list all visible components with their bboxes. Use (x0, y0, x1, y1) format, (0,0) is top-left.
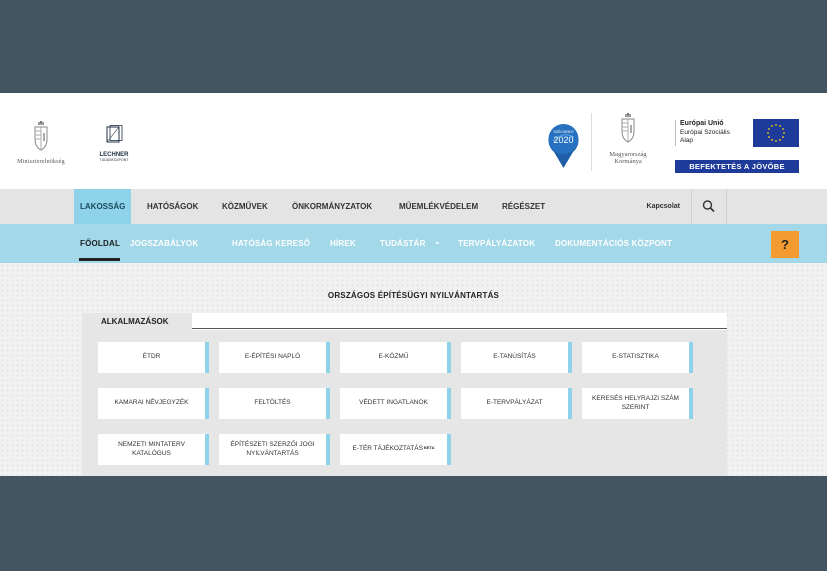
sub-nav: FŐOLDAL JOGSZABÁLYOK HATÓSÁG KERESŐ HÍRE… (0, 224, 827, 263)
szechenyi-year: 2020 (553, 135, 573, 145)
ministry-label: Miniszterelnökség (17, 159, 65, 165)
subnav-item-hatosag-kereso[interactable]: HATÓSÁG KERESŐ (232, 224, 310, 263)
app-tile-e-tervpalyazat[interactable]: E-TERVPÁLYÁZAT (461, 388, 572, 419)
lechner-sublabel: TUDÁSKÖZPONT (99, 158, 129, 162)
app-tile-kereses-helyrajzi-szam[interactable]: KERESÉS HELYRAJZI SZÁM SZERINT (582, 388, 693, 419)
crest-icon (34, 121, 48, 151)
help-button[interactable]: ? (771, 231, 799, 258)
app-tile-epiteszeti-szerzoi-jogi[interactable]: ÉPÍTÉSZETI SZERZŐI JOGI NYILVÁNTARTÁS (219, 434, 330, 465)
subnav-item-tervpalyazatok[interactable]: TERVPÁLYÁZATOK (458, 224, 535, 263)
ministry-logo[interactable]: Miniszterelnökség (5, 121, 77, 165)
subnav-item-jogszabalyok[interactable]: JOGSZABÁLYOK (130, 224, 198, 263)
app-tile-e-ter-label: E-TÉR TÁJÉKOZTATÁS (352, 445, 423, 453)
logo-bar: Miniszterelnökség LECHNER TUDÁSKÖZPONT S… (0, 93, 827, 189)
app-tile-e-kozmu[interactable]: E-KÖZMŰ (340, 342, 451, 373)
chevron-down-icon: ⌄ (434, 237, 441, 246)
subnav-item-tudastar[interactable]: TUDÁSTÁR ⌄ (380, 224, 441, 263)
header-divider (591, 113, 592, 171)
app-tile-feltoltes[interactable]: FELTÖLTÉS (219, 388, 330, 419)
active-tab-underline (79, 258, 120, 261)
eu-text: Európai Unió Európai Szociális Alap (675, 120, 730, 146)
tab-alkalmazasok[interactable]: ALKALMAZÁSOK (82, 313, 192, 330)
app-tile-nemzeti-mintaterv[interactable]: NEMZETI MINTATERV KATALÓGUS (98, 434, 209, 465)
topnav-item-hatosagok[interactable]: HATÓSÁGOK (147, 189, 198, 224)
topnav-item-onkormanyzatok[interactable]: ÖNKORMÁNYZATOK (292, 189, 372, 224)
app-tile-e-ter-tajekoztatas[interactable]: E-TÉR TÁJÉKOZTATÁS BÉTA (340, 434, 451, 465)
beta-badge: BÉTA (423, 445, 435, 451)
top-nav: LAKOSSÁG HATÓSÁGOK KÖZMŰVEK ÖNKORMÁNYZAT… (0, 189, 827, 224)
eu-line3: Alap (680, 137, 694, 144)
government-logo[interactable]: Magyarország Kormánya (598, 113, 658, 165)
crest-icon (621, 113, 635, 143)
app-tile-kamarai-nevjegyzek[interactable]: KAMARAI NÉVJEGYZÉK (98, 388, 209, 419)
eu-flag-icon (753, 119, 799, 147)
eu-banner: BEFEKTETÉS A JÖVŐBE (675, 160, 799, 173)
search-button[interactable] (691, 189, 727, 224)
app-tile-e-tanusitas[interactable]: E-TANÚSÍTÁS (461, 342, 572, 373)
subnav-item-tudastar-label: TUDÁSTÁR (380, 239, 426, 248)
eu-logo[interactable]: Európai Unió Európai Szociális Alap BEFE… (675, 119, 801, 173)
eu-line2: Európai Szociális (680, 128, 730, 136)
subnav-item-hirek[interactable]: HÍREK (330, 224, 356, 263)
eu-title: Európai Unió (680, 120, 724, 127)
government-label-line1: Magyarország (609, 151, 647, 158)
government-label-line2: Kormánya (614, 158, 642, 165)
applications-panel: ALKALMAZÁSOK ÉTDR E-ÉPÍTÉSI NAPLÓ E-KÖZM… (82, 313, 727, 476)
topnav-item-kozmuvek[interactable]: KÖZMŰVEK (222, 189, 268, 224)
app-tile-etdr[interactable]: ÉTDR (98, 342, 209, 373)
subnav-item-dokumentacios-kozpont[interactable]: DOKUMENTÁCIÓS KÖZPONT (555, 224, 672, 263)
szechenyi-label: SZÉCHENYI (553, 129, 573, 134)
szechenyi-2020-logo[interactable]: SZÉCHENYI 2020 (547, 119, 580, 169)
tab-strip-line (192, 328, 727, 329)
search-icon (702, 200, 715, 213)
topnav-item-lakossag[interactable]: LAKOSSÁG (74, 189, 132, 224)
page-title: ORSZÁGOS ÉPÍTÉSÜGYI NYILVÁNTARTÁS (327, 291, 500, 300)
lechner-logo[interactable]: LECHNER TUDÁSKÖZPONT (94, 125, 134, 162)
app-tile-e-statisztika[interactable]: E-STATISZTIKA (582, 342, 693, 373)
topnav-item-muemlekvedelem[interactable]: MŰEMLÉKVÉDELEM (399, 189, 478, 224)
lechner-logo-icon (106, 125, 123, 143)
tab-strip: ALKALMAZÁSOK (82, 313, 727, 330)
topnav-item-regeszet[interactable]: RÉGÉSZET (502, 189, 545, 224)
contact-link[interactable]: Kapcsolat (647, 189, 680, 224)
app-tile-e-epitesi-naplo[interactable]: E-ÉPÍTÉSI NAPLÓ (219, 342, 330, 373)
main-content: ORSZÁGOS ÉPÍTÉSÜGYI NYILVÁNTARTÁS ALKALM… (0, 263, 827, 476)
page: Miniszterelnökség LECHNER TUDÁSKÖZPONT S… (0, 93, 827, 476)
government-label: Magyarország Kormánya (598, 151, 658, 165)
app-tile-vedett-ingatlanok[interactable]: VÉDETT INGATLANOK (340, 388, 451, 419)
